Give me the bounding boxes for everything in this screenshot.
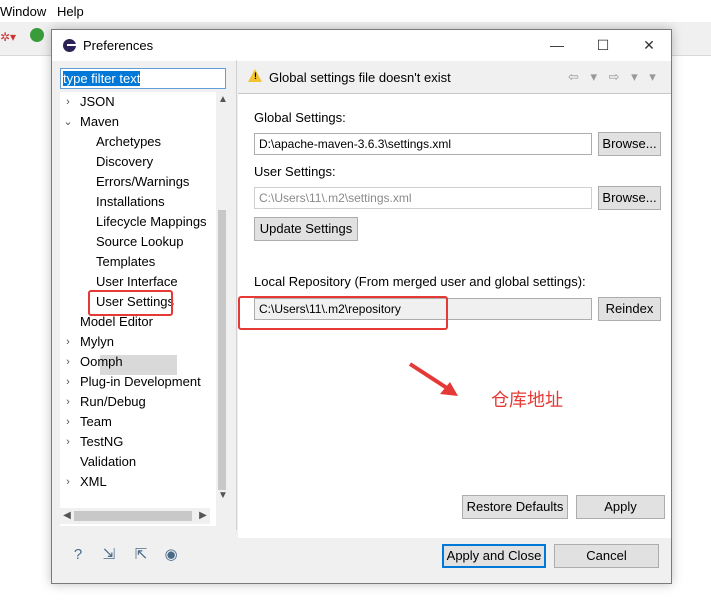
tree-vertical-scrollbar[interactable]: ▲ ▼ <box>216 92 226 526</box>
user-settings-label: User Settings: <box>254 164 336 179</box>
dialog-titlebar: Preferences — ☐ ✕ <box>52 30 671 61</box>
tree-item-errors-warnings[interactable]: Errors/Warnings <box>96 172 189 192</box>
toolbar-run-icon[interactable] <box>30 28 44 42</box>
tree-label: Run/Debug <box>80 394 146 409</box>
tree-item-validation[interactable]: Validation <box>80 452 136 472</box>
chevron-right-icon[interactable]: › <box>62 92 74 112</box>
filter-placeholder: type filter text <box>63 71 141 86</box>
global-settings-label: Global Settings: <box>254 110 346 125</box>
tree-horizontal-scrollbar[interactable]: ◀ ▶ <box>60 508 210 524</box>
chevron-right-icon[interactable]: › <box>62 332 74 352</box>
scroll-left-icon[interactable]: ◀ <box>60 508 74 524</box>
preferences-dialog: Preferences — ☐ ✕ type filter text › JSO… <box>51 29 672 584</box>
header-message: Global settings file doesn't exist <box>269 70 451 85</box>
apply-button[interactable]: Apply <box>576 495 665 519</box>
chevron-right-icon[interactable]: › <box>62 372 74 392</box>
menu-window[interactable]: Window <box>0 4 46 19</box>
scroll-up-icon[interactable]: ▲ <box>216 92 226 108</box>
history-nav-icons[interactable]: ⇦ ▾ ⇨ ▾ ▾ <box>568 69 660 85</box>
import-icon[interactable]: ⇲ <box>98 544 120 566</box>
tree-item-templates[interactable]: Templates <box>96 252 155 272</box>
tree-label: Oomph <box>80 354 123 369</box>
update-settings-button[interactable]: Update Settings <box>254 217 358 241</box>
tree-label: JSON <box>80 94 115 109</box>
toolbar-debug-icon[interactable]: ✲▾ <box>0 30 16 44</box>
dialog-title: Preferences <box>83 38 154 53</box>
reindex-button[interactable]: Reindex <box>598 297 661 321</box>
menu-help[interactable]: Help <box>57 4 84 19</box>
scroll-thumb[interactable] <box>74 511 192 521</box>
minimize-button[interactable]: — <box>534 30 580 61</box>
oomph-preference-icon[interactable]: ◉ <box>160 544 182 566</box>
global-browse-button[interactable]: Browse... <box>598 132 661 156</box>
apply-and-close-button[interactable]: Apply and Close <box>442 544 546 568</box>
tree-item-archetypes[interactable]: Archetypes <box>96 132 161 152</box>
maximize-button[interactable]: ☐ <box>580 30 626 61</box>
global-settings-input[interactable]: D:\apache-maven-3.6.3\settings.xml <box>254 133 592 155</box>
chevron-right-icon[interactable]: › <box>62 412 74 432</box>
tree-label: Plug-in Development <box>80 374 201 389</box>
tree-label: TestNG <box>80 434 124 449</box>
tree-label: Mylyn <box>80 334 114 349</box>
repository-annotation-text: 仓库地址 <box>491 390 563 411</box>
tree-item-lifecycle-mappings[interactable]: Lifecycle Mappings <box>96 212 207 232</box>
filter-input[interactable]: type filter text <box>60 68 226 89</box>
scroll-right-icon[interactable]: ▶ <box>196 508 210 524</box>
tree-item-source-lookup[interactable]: Source Lookup <box>96 232 183 252</box>
chevron-right-icon[interactable]: › <box>62 392 74 412</box>
restore-defaults-button[interactable]: Restore Defaults <box>462 495 568 519</box>
tree-label: Maven <box>80 114 120 129</box>
scroll-down-icon[interactable]: ▼ <box>216 488 226 504</box>
warning-mark: ! <box>254 71 257 81</box>
cancel-button[interactable]: Cancel <box>554 544 659 568</box>
chevron-right-icon[interactable]: › <box>62 352 74 372</box>
close-button[interactable]: ✕ <box>626 30 672 61</box>
eclipse-icon <box>63 39 76 52</box>
chevron-down-icon[interactable]: ⌄ <box>62 112 74 132</box>
chevron-right-icon[interactable]: › <box>62 472 74 492</box>
tree-label: Team <box>80 414 112 429</box>
tree-item-user-interface[interactable]: User Interface <box>96 272 178 292</box>
page-header: ! Global settings file doesn't exist ⇦ ▾… <box>238 61 671 93</box>
user-settings-annotation-box <box>88 290 173 316</box>
tree-label: XML <box>80 474 107 489</box>
export-icon[interactable]: ⇱ <box>130 544 152 566</box>
tree-item-installations[interactable]: Installations <box>96 192 165 212</box>
local-repository-label: Local Repository (From merged user and g… <box>254 274 586 289</box>
user-browse-button[interactable]: Browse... <box>598 186 661 210</box>
eclipse-menubar: Window Help <box>0 0 711 22</box>
chevron-right-icon[interactable]: › <box>62 432 74 452</box>
user-settings-input[interactable]: C:\Users\11\.m2\settings.xml <box>254 187 592 209</box>
help-icon[interactable]: ? <box>67 544 89 566</box>
repository-annotation-box <box>238 296 448 330</box>
annotation-arrow-icon <box>408 362 458 396</box>
scroll-thumb[interactable] <box>218 210 226 490</box>
panel-divider[interactable] <box>236 60 237 530</box>
tree-item-discovery[interactable]: Discovery <box>96 152 153 172</box>
